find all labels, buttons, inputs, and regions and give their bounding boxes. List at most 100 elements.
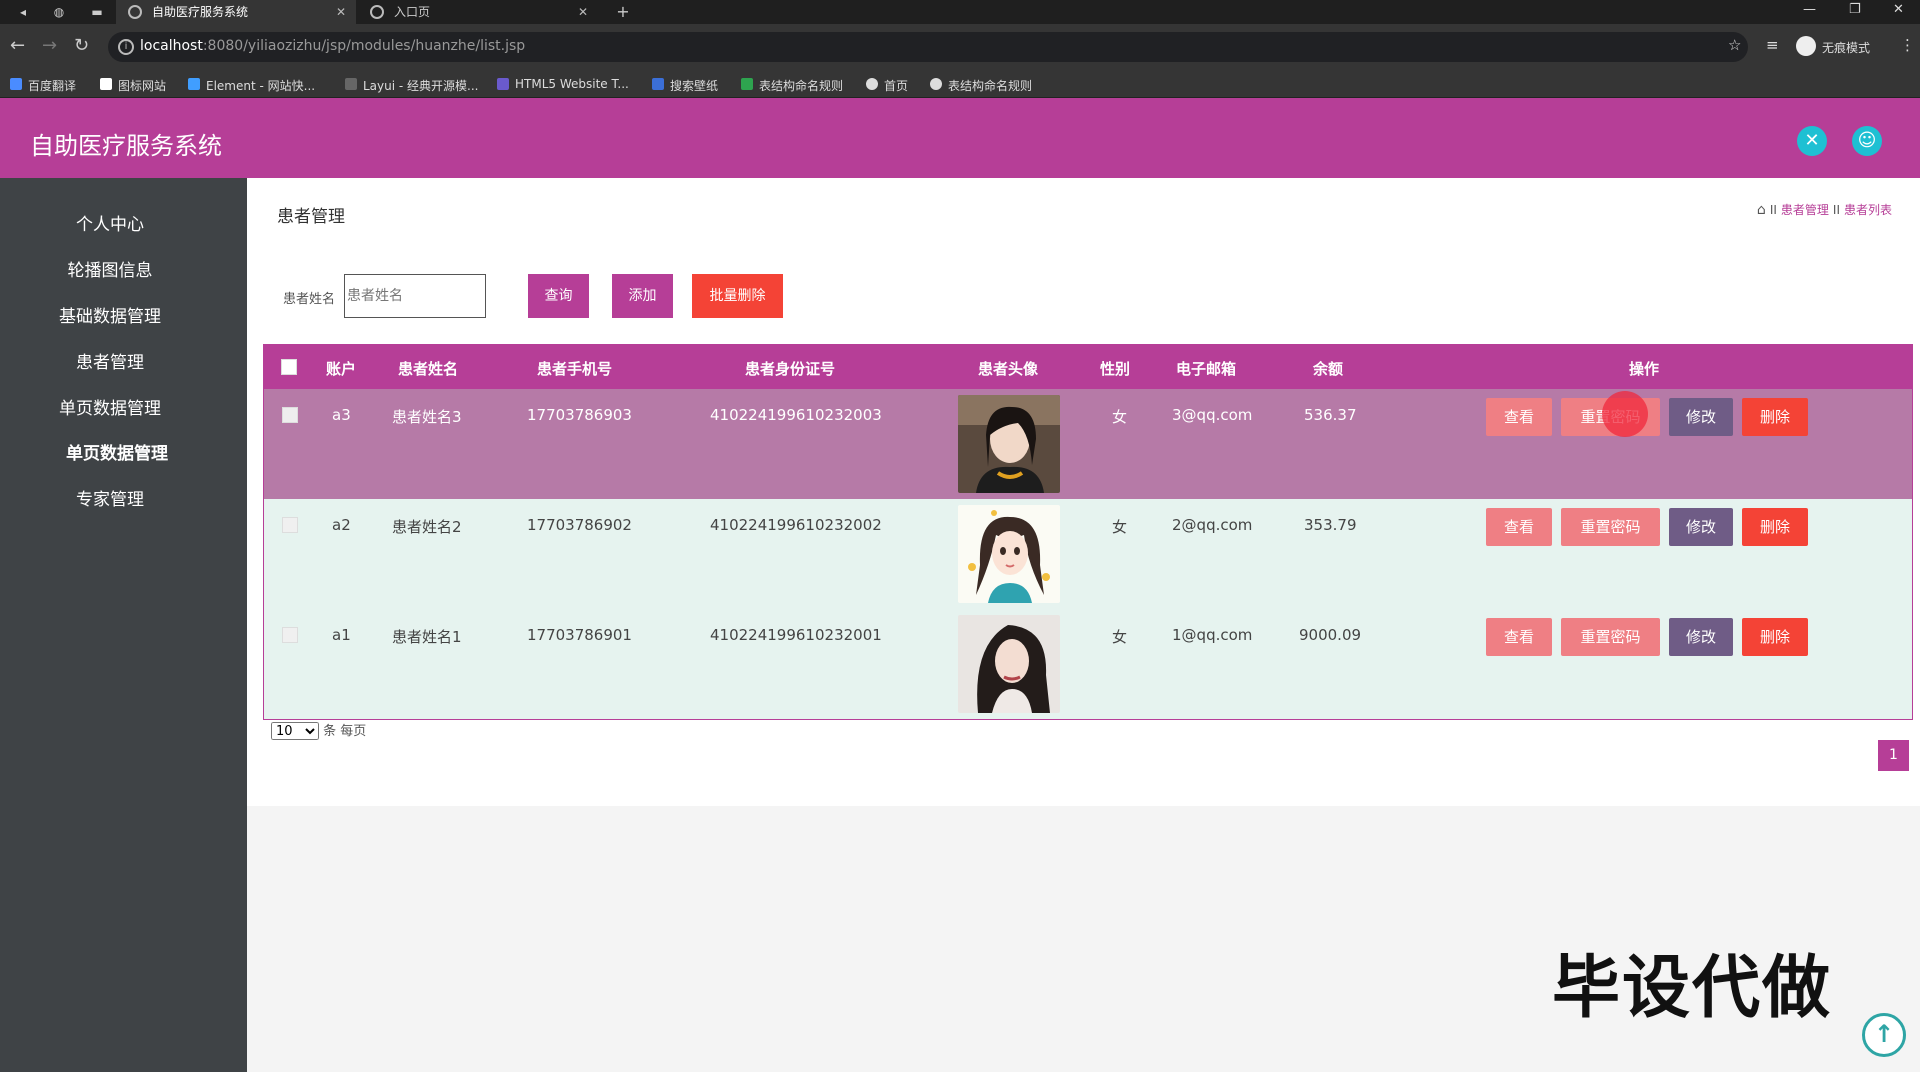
reset-password-button[interactable]: 重置密码 bbox=[1561, 508, 1660, 546]
cell-account: a3 bbox=[332, 406, 351, 424]
tab-favicon-icon bbox=[128, 5, 142, 19]
menu-icon[interactable]: ⋮ bbox=[1900, 36, 1915, 54]
tab-entry[interactable]: 入口页 ✕ bbox=[358, 0, 598, 24]
sidebar-item-single-page-2[interactable]: 单页数据管理 bbox=[7, 439, 227, 464]
fullscreen-icon[interactable]: ✕ bbox=[1797, 126, 1827, 156]
cell-account: a1 bbox=[332, 626, 351, 644]
bookmark-item[interactable]: 表结构命名规则 bbox=[930, 77, 1032, 94]
patient-name-search-input[interactable] bbox=[344, 274, 486, 318]
cell-account: a2 bbox=[332, 516, 351, 534]
url-path: :8080/yiliaozizhu/jsp/modules/huanzhe/li… bbox=[202, 38, 526, 54]
close-tab-icon[interactable]: ✕ bbox=[336, 0, 346, 24]
minimize-icon[interactable]: — bbox=[1803, 0, 1816, 20]
window-icon[interactable]: ▬ bbox=[88, 3, 106, 21]
tab-favicon-icon bbox=[370, 5, 384, 19]
table-header: 账户 患者姓名 患者手机号 患者身份证号 患者头像 性别 电子邮箱 余额 操作 bbox=[264, 345, 1912, 389]
edit-button[interactable]: 修改 bbox=[1669, 398, 1733, 436]
breadcrumb-item[interactable]: 患者管理 bbox=[1781, 203, 1829, 217]
cell-balance: 536.37 bbox=[1304, 406, 1357, 424]
patient-avatar bbox=[958, 505, 1060, 603]
view-button[interactable]: 查看 bbox=[1486, 618, 1552, 656]
column-header[interactable]: 患者姓名 bbox=[398, 358, 458, 379]
bookmark-item[interactable]: 图标网站 bbox=[100, 77, 166, 94]
site-info-icon[interactable]: i bbox=[118, 39, 134, 55]
wallpaper-icon bbox=[652, 78, 664, 90]
back-to-top-icon[interactable]: ↑ bbox=[1862, 1013, 1906, 1057]
reset-password-button[interactable]: 重置密码 bbox=[1561, 618, 1660, 656]
cell-gender: 女 bbox=[1112, 628, 1128, 646]
table-row[interactable]: a1 患者姓名1 17703786901 410224199610232001 … bbox=[264, 609, 1912, 719]
forward-icon[interactable]: → bbox=[42, 35, 57, 56]
batch-delete-button[interactable]: 批量删除 bbox=[692, 274, 783, 318]
sidebar-item-patients[interactable]: 患者管理 bbox=[0, 348, 220, 373]
element-icon bbox=[188, 78, 200, 90]
sheet-icon bbox=[741, 78, 753, 90]
incognito-icon[interactable] bbox=[1796, 36, 1816, 56]
column-header[interactable]: 患者身份证号 bbox=[745, 358, 835, 379]
column-header[interactable]: 性别 bbox=[1100, 358, 1130, 379]
page-size-control: 10 条 每页 bbox=[271, 720, 366, 740]
column-header[interactable]: 患者手机号 bbox=[537, 358, 612, 379]
row-checkbox[interactable] bbox=[282, 627, 298, 643]
sidebar: 个人中心 轮播图信息 基础数据管理 患者管理 单页数据管理 单页数据管理 专家管… bbox=[0, 178, 247, 1072]
speaker-icon[interactable]: ◂ bbox=[14, 3, 32, 21]
view-button[interactable]: 查看 bbox=[1486, 508, 1552, 546]
page-size-select[interactable]: 10 bbox=[271, 722, 319, 740]
html5-icon bbox=[497, 78, 509, 90]
cell-name: 患者姓名3 bbox=[392, 408, 462, 426]
star-icon[interactable]: ☆ bbox=[1728, 36, 1741, 54]
delete-button[interactable]: 删除 bbox=[1742, 398, 1808, 436]
close-tab-icon[interactable]: ✕ bbox=[578, 0, 588, 24]
query-button[interactable]: 查询 bbox=[528, 274, 589, 318]
view-button[interactable]: 查看 bbox=[1486, 398, 1552, 436]
column-header[interactable]: 电子邮箱 bbox=[1176, 358, 1236, 379]
add-button[interactable]: 添加 bbox=[612, 274, 673, 318]
bookmark-item[interactable]: 搜索壁纸 bbox=[652, 77, 718, 94]
delete-button[interactable]: 删除 bbox=[1742, 508, 1808, 546]
breadcrumb-item[interactable]: 患者列表 bbox=[1844, 203, 1892, 217]
url-field[interactable]: i localhost:8080/yiliaozizhu/jsp/modules… bbox=[108, 32, 1748, 62]
row-checkbox[interactable] bbox=[282, 407, 298, 423]
user-icon[interactable]: ☺ bbox=[1852, 126, 1882, 156]
edit-button[interactable]: 修改 bbox=[1669, 508, 1733, 546]
column-header[interactable]: 余额 bbox=[1313, 358, 1343, 379]
sidebar-item-single-page-1[interactable]: 单页数据管理 bbox=[0, 394, 220, 419]
column-header[interactable]: 患者头像 bbox=[978, 358, 1038, 379]
browser-tab-bar: ◂ ◍ ▬ 自助医疗服务系统 ✕ 入口页 ✕ + — ❐ ✕ bbox=[0, 0, 1920, 24]
page-size-suffix: 条 每页 bbox=[323, 724, 367, 739]
row-checkbox[interactable] bbox=[282, 517, 298, 533]
globe-icon bbox=[930, 78, 942, 90]
click-indicator bbox=[1602, 391, 1648, 437]
translate-icon bbox=[10, 78, 22, 90]
tab-title: 入口页 bbox=[394, 5, 431, 19]
delete-button[interactable]: 删除 bbox=[1742, 618, 1808, 656]
edit-button[interactable]: 修改 bbox=[1669, 618, 1733, 656]
sidebar-item-carousel[interactable]: 轮播图信息 bbox=[0, 256, 220, 281]
reload-icon[interactable]: ↻ bbox=[74, 35, 89, 56]
cell-id-card: 410224199610232001 bbox=[710, 626, 882, 644]
select-all-checkbox[interactable] bbox=[281, 359, 297, 375]
table-row[interactable]: a2 患者姓名2 17703786902 410224199610232002 bbox=[264, 499, 1912, 609]
sidebar-item-base-data[interactable]: 基础数据管理 bbox=[0, 302, 220, 327]
back-icon[interactable]: ← bbox=[10, 35, 25, 56]
sidebar-item-personal-center[interactable]: 个人中心 bbox=[0, 210, 220, 235]
cell-id-card: 410224199610232003 bbox=[710, 406, 882, 424]
layui-icon bbox=[345, 78, 357, 90]
home-icon[interactable]: ⌂ bbox=[1757, 202, 1766, 218]
page-number-button[interactable]: 1 bbox=[1878, 740, 1909, 771]
bookmark-item[interactable]: HTML5 Website T... bbox=[497, 77, 629, 91]
bookmark-item[interactable]: 表结构命名规则 bbox=[741, 77, 843, 94]
tab-app[interactable]: 自助医疗服务系统 ✕ bbox=[116, 0, 356, 24]
restore-icon[interactable]: ❐ bbox=[1849, 0, 1861, 20]
bookmark-item[interactable]: Layui - 经典开源模... bbox=[345, 77, 478, 94]
table-row[interactable]: a3 患者姓名3 17703786903 410224199610232003 … bbox=[264, 389, 1912, 499]
globe-icon[interactable]: ◍ bbox=[50, 3, 68, 21]
bookmark-item[interactable]: 首页 bbox=[866, 77, 908, 94]
column-header[interactable]: 账户 bbox=[326, 358, 356, 379]
reading-list-icon[interactable]: ≡ bbox=[1766, 36, 1779, 54]
close-window-icon[interactable]: ✕ bbox=[1893, 0, 1904, 20]
new-tab-icon[interactable]: + bbox=[614, 3, 632, 21]
sidebar-item-experts[interactable]: 专家管理 bbox=[0, 485, 220, 510]
bookmark-item[interactable]: Element - 网站快... bbox=[188, 77, 315, 94]
bookmark-item[interactable]: 百度翻译 bbox=[10, 77, 76, 94]
